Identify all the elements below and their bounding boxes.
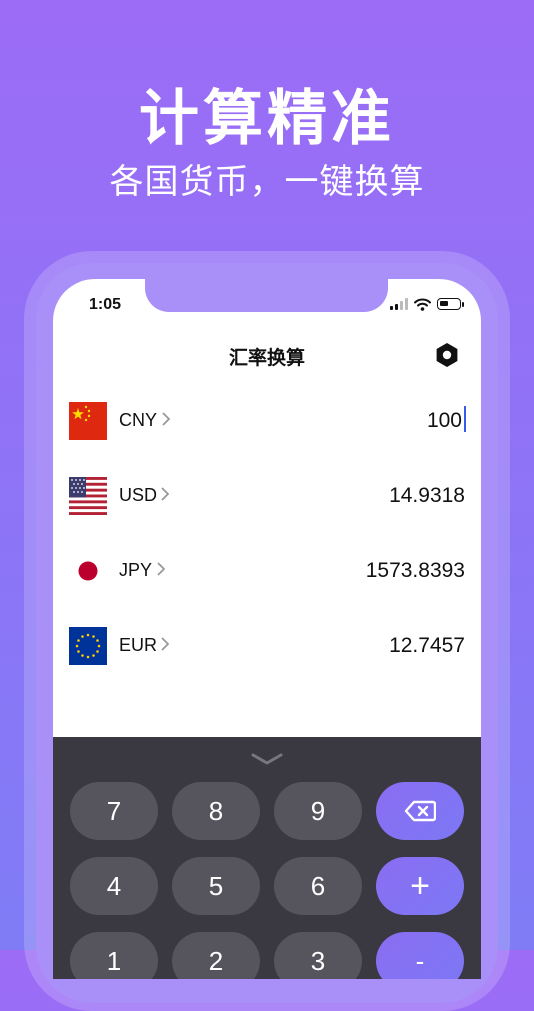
- phone-screen: 1:05 汇率换算 CNY 100 USD 14.9318 JPY 1573.8…: [53, 279, 481, 979]
- status-time: 1:05: [89, 296, 122, 313]
- currency-amount[interactable]: 1573.8393: [366, 559, 465, 583]
- key-9[interactable]: 9: [274, 782, 362, 840]
- key-6[interactable]: 6: [274, 857, 362, 915]
- key-4[interactable]: 4: [70, 857, 158, 915]
- eu-flag-icon: [69, 627, 107, 665]
- key-2[interactable]: 2: [172, 932, 260, 979]
- currency-row-usd[interactable]: USD 14.9318: [53, 471, 481, 521]
- wifi-icon: [414, 298, 431, 311]
- signal-icon: [390, 298, 408, 310]
- status-icons: [390, 296, 464, 312]
- currency-code: CNY: [119, 410, 158, 430]
- currency-amount[interactable]: 14.9318: [389, 484, 465, 508]
- chevron-right-icon: [161, 487, 170, 501]
- chevron-right-icon: [162, 412, 171, 426]
- chevron-right-icon: [157, 562, 166, 576]
- phone-notch: [145, 279, 388, 312]
- backspace-key[interactable]: [376, 782, 464, 840]
- key-7[interactable]: 7: [70, 782, 158, 840]
- promo-headline: 计算精准: [139, 85, 395, 152]
- promo-subline: 各国货币，一键换算: [109, 163, 425, 201]
- currency-code: EUR: [119, 635, 158, 655]
- currency-row-eur[interactable]: EUR 12.7457: [53, 621, 481, 671]
- japan-flag-icon: [69, 552, 107, 590]
- key-8[interactable]: 8: [172, 782, 260, 840]
- chevron-right-icon: [161, 637, 170, 651]
- key-5[interactable]: 5: [172, 857, 260, 915]
- key-3[interactable]: 3: [274, 932, 362, 979]
- key-1[interactable]: 1: [70, 932, 158, 979]
- currency-row-jpy[interactable]: JPY 1573.8393: [53, 546, 481, 596]
- numeric-keypad: 7 8 9 4 5 6 + 1 2 3 -: [53, 737, 481, 979]
- china-flag-icon: [69, 402, 107, 440]
- text-caret: [464, 406, 466, 432]
- minus-key[interactable]: -: [376, 932, 464, 979]
- chevron-down-icon[interactable]: [249, 751, 285, 767]
- plus-key[interactable]: +: [376, 857, 464, 915]
- currency-row-cny[interactable]: CNY 100: [53, 396, 481, 446]
- usa-flag-icon: [69, 477, 107, 515]
- currency-code: JPY: [119, 560, 153, 580]
- currency-code: USD: [119, 485, 158, 505]
- backspace-icon: [404, 800, 436, 822]
- battery-icon: [437, 298, 464, 310]
- app-title: 汇率换算: [228, 348, 305, 369]
- hexagon-settings-icon[interactable]: [433, 341, 461, 369]
- currency-amount-input[interactable]: 100: [427, 409, 462, 433]
- currency-amount[interactable]: 12.7457: [389, 634, 465, 658]
